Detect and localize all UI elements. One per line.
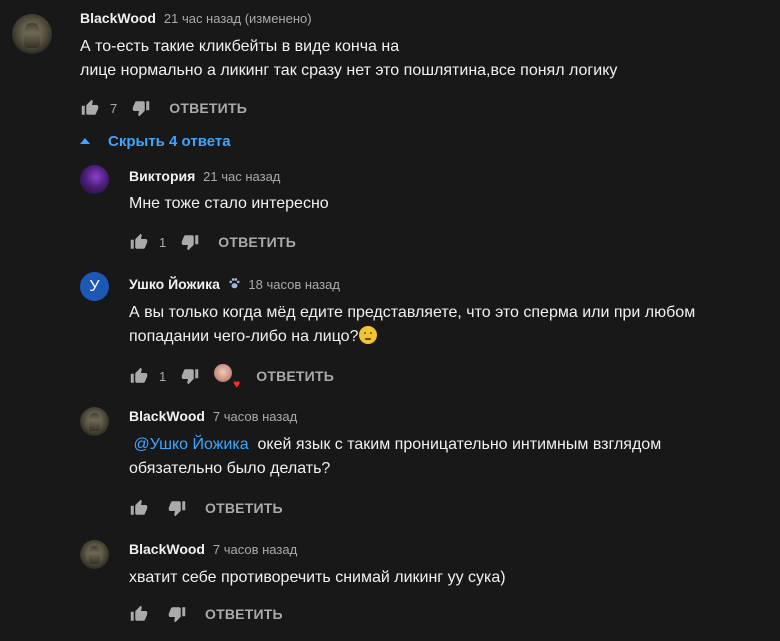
thumbs-up-icon[interactable] xyxy=(129,498,149,518)
comment-text-line: лице нормально а ликинг так сразу нет эт… xyxy=(80,62,618,79)
author-name[interactable]: Ушко Йожика xyxy=(129,276,220,292)
avatar[interactable]: У xyxy=(80,272,109,301)
thumbs-down-icon[interactable] xyxy=(180,366,200,386)
heart-icon: ♥ xyxy=(233,377,241,391)
avatar[interactable] xyxy=(80,407,109,436)
caret-up-icon xyxy=(80,138,90,144)
comment-time[interactable]: 7 часов назад xyxy=(213,409,297,424)
comment-text: @Ушко Йожика окей язык с таким проницате… xyxy=(129,433,661,481)
comment-actions: ОТВЕТИТЬ xyxy=(129,602,283,626)
author-name[interactable]: BlackWood xyxy=(129,408,205,424)
mention-link[interactable]: @Ушко Йожика xyxy=(133,436,248,453)
avatar[interactable] xyxy=(80,540,109,569)
paw-icon xyxy=(228,277,245,292)
thumbs-up-icon[interactable] xyxy=(80,98,100,118)
comment-time[interactable]: 7 часов назад xyxy=(213,542,297,557)
comment-text: Мне тоже стало интересно xyxy=(129,195,329,212)
hide-replies-label: Скрыть 4 ответа xyxy=(108,132,231,150)
thumbs-down-icon[interactable] xyxy=(167,498,187,518)
comment-time[interactable]: 21 час назад xyxy=(203,169,280,184)
comment-text-line: А то-есть такие кликбейты в виде конча н… xyxy=(80,38,400,55)
comment-time[interactable]: 21 час назад (изменено) xyxy=(164,11,312,26)
comment-text-line: попадании чего-либо на лицо? xyxy=(129,328,359,345)
like-count: 1 xyxy=(159,368,167,384)
hide-replies-button[interactable]: Скрыть 4 ответа xyxy=(80,131,231,151)
avatar[interactable] xyxy=(80,165,109,194)
thumbs-up-icon[interactable] xyxy=(129,366,149,386)
like-count: 7 xyxy=(110,100,118,116)
avatar[interactable] xyxy=(12,14,52,54)
thumbs-down-icon[interactable] xyxy=(180,232,200,252)
thumbs-up-icon[interactable] xyxy=(129,232,149,252)
reply-button[interactable]: ОТВЕТИТЬ xyxy=(169,100,247,116)
thumbs-down-icon[interactable] xyxy=(131,98,151,118)
creator-avatar xyxy=(214,364,233,382)
comment-text: А то-есть такие кликбейты в виде конча н… xyxy=(80,35,617,83)
thinking-face-emoji xyxy=(359,326,378,344)
thumbs-up-icon[interactable] xyxy=(129,604,149,624)
comment-text: А вы только когда мёд едите представляет… xyxy=(129,301,695,349)
comment-text: хватит себе противоречить снимай ликинг … xyxy=(129,569,506,586)
comment-text-line: А вы только когда мёд едите представляет… xyxy=(129,304,696,321)
author-name[interactable]: BlackWood xyxy=(129,541,205,557)
comment-actions: 1 ♥ ОТВЕТИТЬ xyxy=(129,364,334,391)
reply-button[interactable]: ОТВЕТИТЬ xyxy=(205,606,283,622)
comment-actions: ОТВЕТИТЬ xyxy=(129,496,283,520)
comment-time[interactable]: 18 часов назад xyxy=(248,277,340,292)
reply-button[interactable]: ОТВЕТИТЬ xyxy=(218,234,296,250)
reply-button[interactable]: ОТВЕТИТЬ xyxy=(205,500,283,516)
reply-button[interactable]: ОТВЕТИТЬ xyxy=(256,368,334,384)
author-name[interactable]: BlackWood xyxy=(80,10,156,26)
comment-text-line: окей язык с таким проницательно интимным… xyxy=(257,436,662,453)
comment-actions: 7 ОТВЕТИТЬ xyxy=(80,96,247,120)
thumbs-down-icon[interactable] xyxy=(167,604,187,624)
creator-heart-badge: ♥ xyxy=(214,364,241,391)
author-name[interactable]: Виктория xyxy=(129,168,195,184)
comment-text-line: обязательно было делать? xyxy=(129,460,331,477)
like-count: 1 xyxy=(159,234,167,250)
comment-actions: 1 ОТВЕТИТЬ xyxy=(129,230,296,254)
